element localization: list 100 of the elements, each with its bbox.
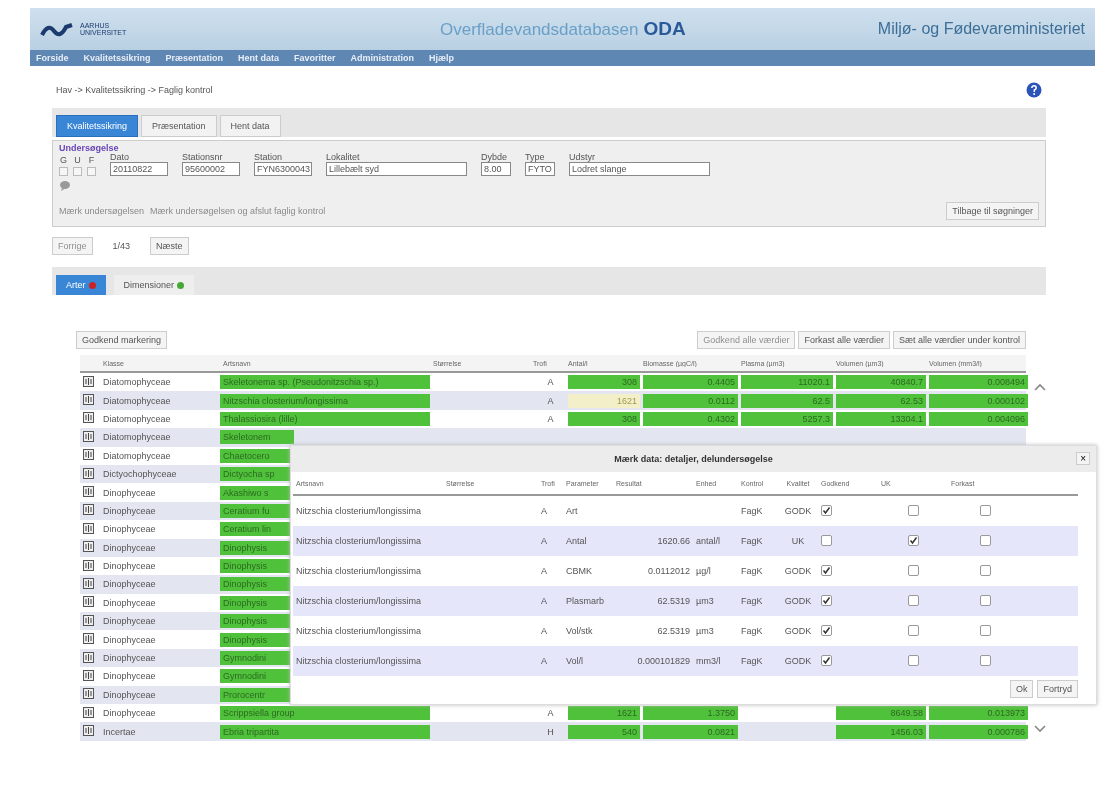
input-field[interactable]: FYN6300043: [254, 162, 312, 176]
ministry-name: Miljø- og Fødevareministeriet: [876, 20, 1085, 38]
tab[interactable]: Hent data: [219, 115, 281, 137]
table-cell-text: Dinophyceae: [102, 597, 157, 608]
input-field[interactable]: 20110822: [110, 162, 168, 176]
input-field[interactable]: 8.00: [481, 162, 511, 176]
checkbox[interactable]: [980, 654, 991, 666]
help-icon[interactable]: [1026, 82, 1042, 98]
expand-icon[interactable]: [83, 596, 94, 608]
close-button[interactable]: ×: [1076, 452, 1090, 465]
input-field[interactable]: 95600002: [182, 162, 240, 176]
table-cell-text: FagK: [740, 536, 764, 546]
checkbox[interactable]: [821, 654, 832, 666]
table-cell-text: A: [540, 506, 548, 516]
checkbox[interactable]: [821, 534, 832, 546]
checkbox[interactable]: [821, 624, 832, 636]
checkbox[interactable]: [980, 504, 991, 516]
bulk-action-button[interactable]: Forkast alle værdier: [798, 331, 890, 349]
table-cell-text: A: [546, 377, 555, 388]
next-button[interactable]: Næste: [150, 237, 189, 255]
scroll-up-icon[interactable]: [1034, 383, 1046, 391]
table-cell: 62.5319: [657, 596, 690, 606]
field-label: Type: [525, 153, 546, 162]
table-cell-text: Dinophyceae: [102, 542, 157, 553]
input-field[interactable]: FYTO: [525, 162, 555, 176]
table-cell-text: Diatomophyceae: [102, 413, 172, 424]
checkbox[interactable]: [821, 504, 832, 516]
expand-icon[interactable]: [83, 394, 94, 406]
nav-link[interactable]: Hjælp: [429, 53, 455, 63]
checkbox[interactable]: [821, 564, 832, 576]
table-cell: µm3: [696, 626, 714, 636]
checkbox[interactable]: [907, 534, 919, 546]
expand-icon[interactable]: [83, 430, 94, 442]
table-cell-text: Nitzschia closterium/longissima: [295, 565, 423, 577]
expand-icon[interactable]: [83, 504, 94, 516]
nav-link[interactable]: Administration: [350, 53, 415, 63]
flag-label: G: [60, 155, 67, 165]
nav-link[interactable]: Kvalitetssikring: [83, 53, 151, 63]
checkbox[interactable]: [980, 624, 991, 636]
field-label: Udstyr: [569, 153, 596, 162]
expand-icon[interactable]: [83, 412, 94, 424]
checkbox[interactable]: [907, 624, 919, 636]
value-cell: 0.4405: [643, 375, 738, 390]
nav-link[interactable]: Hent data: [238, 53, 280, 63]
expand-icon[interactable]: [83, 614, 94, 626]
checkbox[interactable]: [980, 594, 991, 606]
table-cell: mm3/l: [696, 656, 721, 666]
bulk-action-button[interactable]: Sæt alle værdier under kontrol: [892, 331, 1026, 349]
table-cell-text: GODK: [783, 656, 813, 666]
table-cell-text: Nitzschia closterium/longissima: [295, 535, 423, 547]
expand-icon[interactable]: [83, 467, 94, 479]
approve-selection-button[interactable]: Godkend markering: [76, 331, 168, 349]
tab[interactable]: Præsentation: [141, 115, 217, 137]
field-label: Station: [254, 153, 284, 162]
expand-icon[interactable]: [83, 486, 94, 498]
table-cell-text: GODK: [783, 566, 813, 576]
dialog-title: Mærk data: detaljer, delundersøgelse: [614, 454, 773, 464]
checkbox[interactable]: [907, 654, 919, 666]
flag-checkbox[interactable]: [73, 167, 82, 176]
checkbox[interactable]: [980, 564, 991, 576]
species-cell: Nitzschia closterium/longissima: [220, 393, 430, 408]
expand-icon[interactable]: [83, 375, 94, 387]
nav-link[interactable]: Forside: [36, 53, 69, 63]
table-cell-text: Plasmarb: [565, 596, 605, 606]
checkbox[interactable]: [907, 594, 919, 606]
expand-icon[interactable]: [83, 688, 94, 700]
flag-checkbox[interactable]: [87, 167, 96, 176]
field-label: Lokalitet: [326, 153, 361, 162]
expand-icon[interactable]: [83, 449, 94, 461]
tab[interactable]: Dimensioner: [113, 275, 195, 295]
flag-checkbox[interactable]: [59, 167, 68, 176]
expand-icon[interactable]: [83, 706, 94, 718]
checkbox[interactable]: [907, 564, 919, 576]
table-cell-text: Dictyochophyceae: [102, 469, 178, 480]
dialog-button[interactable]: Fortryd: [1037, 680, 1078, 698]
input-field[interactable]: Lodret slange: [569, 162, 710, 176]
checkbox[interactable]: [907, 504, 919, 516]
value-cell: 62.5: [741, 393, 833, 408]
expand-icon[interactable]: [83, 559, 94, 571]
expand-icon[interactable]: [83, 669, 94, 681]
expand-icon[interactable]: [83, 725, 94, 737]
checkbox[interactable]: [980, 534, 991, 546]
table-cell-text: CBMK: [565, 566, 593, 576]
nav-link[interactable]: Favoritter: [294, 53, 336, 63]
input-field[interactable]: Lillebælt syd: [326, 162, 467, 176]
expand-icon[interactable]: [83, 633, 94, 645]
nav-link[interactable]: Præsentation: [165, 53, 224, 63]
expand-icon[interactable]: [83, 541, 94, 553]
checkbox[interactable]: [821, 594, 832, 606]
tab[interactable]: Arter: [56, 275, 106, 295]
dialog-button[interactable]: Ok: [1009, 680, 1034, 698]
species-cell: Scrippsiella group: [220, 706, 430, 721]
back-button[interactable]: Tilbage til søgninger: [946, 202, 1039, 220]
tab[interactable]: Kvalitetssikring: [56, 115, 139, 137]
expand-icon[interactable]: [83, 522, 94, 534]
scroll-down-icon[interactable]: [1034, 724, 1046, 733]
expand-icon[interactable]: [83, 578, 94, 589]
table-cell-text: Dinophyceae: [102, 616, 157, 627]
value-cell: 40840.7: [836, 375, 926, 390]
expand-icon[interactable]: [83, 651, 94, 663]
